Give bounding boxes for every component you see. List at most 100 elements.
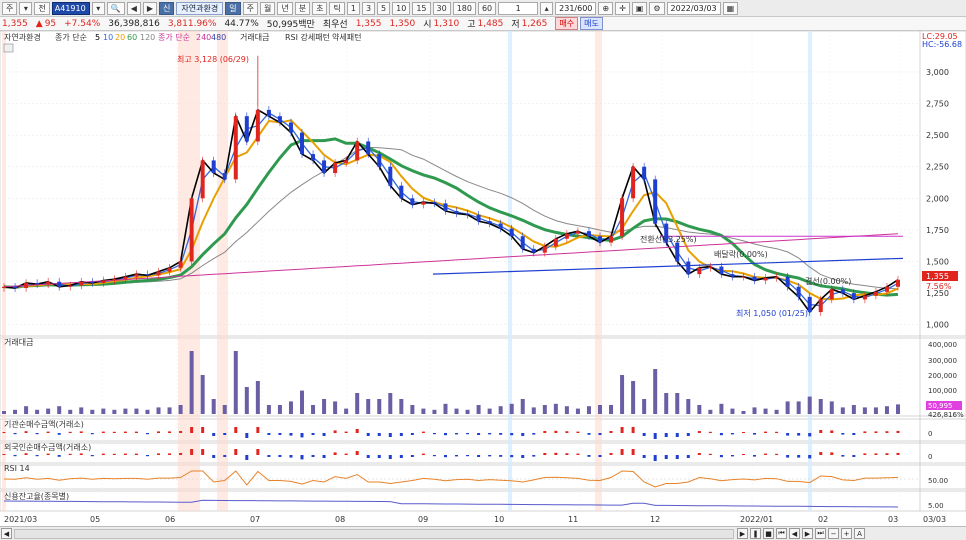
interval-180-button[interactable]: 180 <box>452 1 476 15</box>
next-stock-icon[interactable]: ▶ <box>142 1 158 15</box>
foreign-mark <box>443 455 447 458</box>
foreign-mark <box>300 455 304 460</box>
credit-line <box>3 499 899 508</box>
save-icon[interactable]: ▣ <box>631 1 648 15</box>
volume-bar <box>200 375 205 414</box>
interval-5-button[interactable]: 5 <box>377 1 391 15</box>
foreign-mark <box>355 451 359 455</box>
candle-body <box>454 210 459 214</box>
volume-bar <box>366 399 371 414</box>
interval-60-button[interactable]: 60 <box>477 1 497 15</box>
foreign-mark <box>311 455 315 457</box>
pause-icon[interactable]: ❚ <box>750 528 761 539</box>
volume-bar <box>675 393 680 414</box>
stop-icon[interactable]: ■ <box>763 528 774 539</box>
count-stepper-icon[interactable]: ▴ <box>540 1 554 15</box>
volume-bar <box>24 406 29 414</box>
period-year-button[interactable]: 년 <box>277 1 293 15</box>
current-pct-tag: 7.56% <box>926 282 952 291</box>
volume-bar <box>851 405 856 414</box>
volume-bar <box>300 390 304 414</box>
period-month-button[interactable]: 월 <box>259 1 276 15</box>
candle-body <box>244 116 249 142</box>
volume-bar <box>553 403 558 414</box>
zoom-out-icon[interactable]: − <box>828 528 839 539</box>
chevron-down-icon[interactable]: ▾ <box>19 1 33 15</box>
candle-body <box>145 274 150 276</box>
legend-rsi-bull: RSI 강세패턴 <box>285 32 330 42</box>
price-y-tick: 1,000 <box>926 321 949 330</box>
period-week-button[interactable]: 주 <box>242 1 258 15</box>
settings-icon[interactable]: ⚙ <box>649 1 665 15</box>
volume-bar <box>520 399 525 414</box>
next-page-icon[interactable]: ▶ <box>802 528 813 539</box>
foreign-mark <box>46 453 50 455</box>
market-type-select[interactable]: 전 <box>34 1 50 15</box>
inst-mark <box>123 431 127 433</box>
foreign-mark <box>808 455 812 459</box>
candle-body <box>410 198 415 205</box>
inst-mark <box>333 430 337 433</box>
foreign-mark <box>35 455 39 457</box>
volume-bar <box>774 409 779 414</box>
last-page-icon[interactable]: ⏭ <box>815 528 826 539</box>
crosshair-icon[interactable]: ✛ <box>615 1 630 15</box>
stock-chart[interactable]: 자연과환경 종가 단순 5 10 20 60 120 종가 단순 240 480… <box>0 31 966 526</box>
mode-select[interactable]: 주 <box>2 1 18 15</box>
period-tick-button[interactable]: 틱 <box>329 1 345 15</box>
panel-menu-icon[interactable] <box>3 43 14 53</box>
buy-button[interactable]: 매수 <box>555 17 579 30</box>
count-input[interactable]: 1 <box>498 1 539 15</box>
period-second-button[interactable]: 초 <box>312 1 328 15</box>
foreign-mark <box>488 455 492 457</box>
volume-bar <box>785 401 790 414</box>
candle-body <box>586 231 591 237</box>
font-size-icon[interactable]: A <box>854 528 865 539</box>
sell-button[interactable]: 매도 <box>580 17 603 30</box>
inst-mark <box>554 430 558 433</box>
volume-bar <box>388 393 393 414</box>
play-icon[interactable]: ▶ <box>737 528 748 539</box>
volume-bar <box>796 401 801 414</box>
scroll-left-icon[interactable]: ◀ <box>1 528 12 539</box>
inst-mark <box>477 433 481 435</box>
x-axis-label: 10 <box>494 515 504 524</box>
foreign-mark <box>741 454 745 455</box>
volume-bar <box>13 409 18 414</box>
foreign-mark <box>134 453 138 455</box>
interval-15-button[interactable]: 15 <box>412 1 431 15</box>
foreign-mark <box>101 453 105 455</box>
period-minute-button[interactable]: 분 <box>294 1 311 15</box>
calendar-icon[interactable]: ▦ <box>722 1 739 15</box>
foreign-mark <box>719 455 723 458</box>
open-label: 시 <box>423 20 432 30</box>
inst-tick: 0 <box>928 430 932 438</box>
foreign-mark <box>797 455 801 458</box>
event-highlight <box>595 31 602 511</box>
rsi-line <box>3 470 899 488</box>
inst-mark <box>510 433 514 436</box>
horizontal-scrollbar[interactable] <box>14 529 734 539</box>
zoom-icon[interactable]: ⊕ <box>598 1 614 15</box>
zoom-in-icon[interactable]: + <box>841 528 852 539</box>
stock-code-input[interactable]: A41910 <box>51 1 90 15</box>
interval-1-button[interactable]: 1 <box>346 1 360 15</box>
inst-mark <box>808 433 812 437</box>
prev-stock-icon[interactable]: ◀ <box>126 1 141 15</box>
interval-3-button[interactable]: 3 <box>361 1 376 15</box>
best-ask: 1,355 <box>355 18 382 29</box>
foreign-mark <box>510 455 514 458</box>
candle-body <box>266 109 271 117</box>
prev-page-icon[interactable]: ◀ <box>789 528 800 539</box>
date-input[interactable]: 2022/03/03 <box>666 1 721 15</box>
panel-frame <box>0 464 966 490</box>
foreign-mark <box>532 455 536 457</box>
candle-body <box>564 233 569 239</box>
first-page-icon[interactable]: ⏮ <box>776 528 787 539</box>
interval-10-button[interactable]: 10 <box>392 1 411 15</box>
inst-mark <box>664 433 668 437</box>
interval-30-button[interactable]: 30 <box>432 1 451 15</box>
period-day-button[interactable]: 일 <box>225 1 241 15</box>
search-icon[interactable]: 🔍 <box>106 1 125 15</box>
code-dropdown-icon[interactable]: ▾ <box>91 1 105 15</box>
